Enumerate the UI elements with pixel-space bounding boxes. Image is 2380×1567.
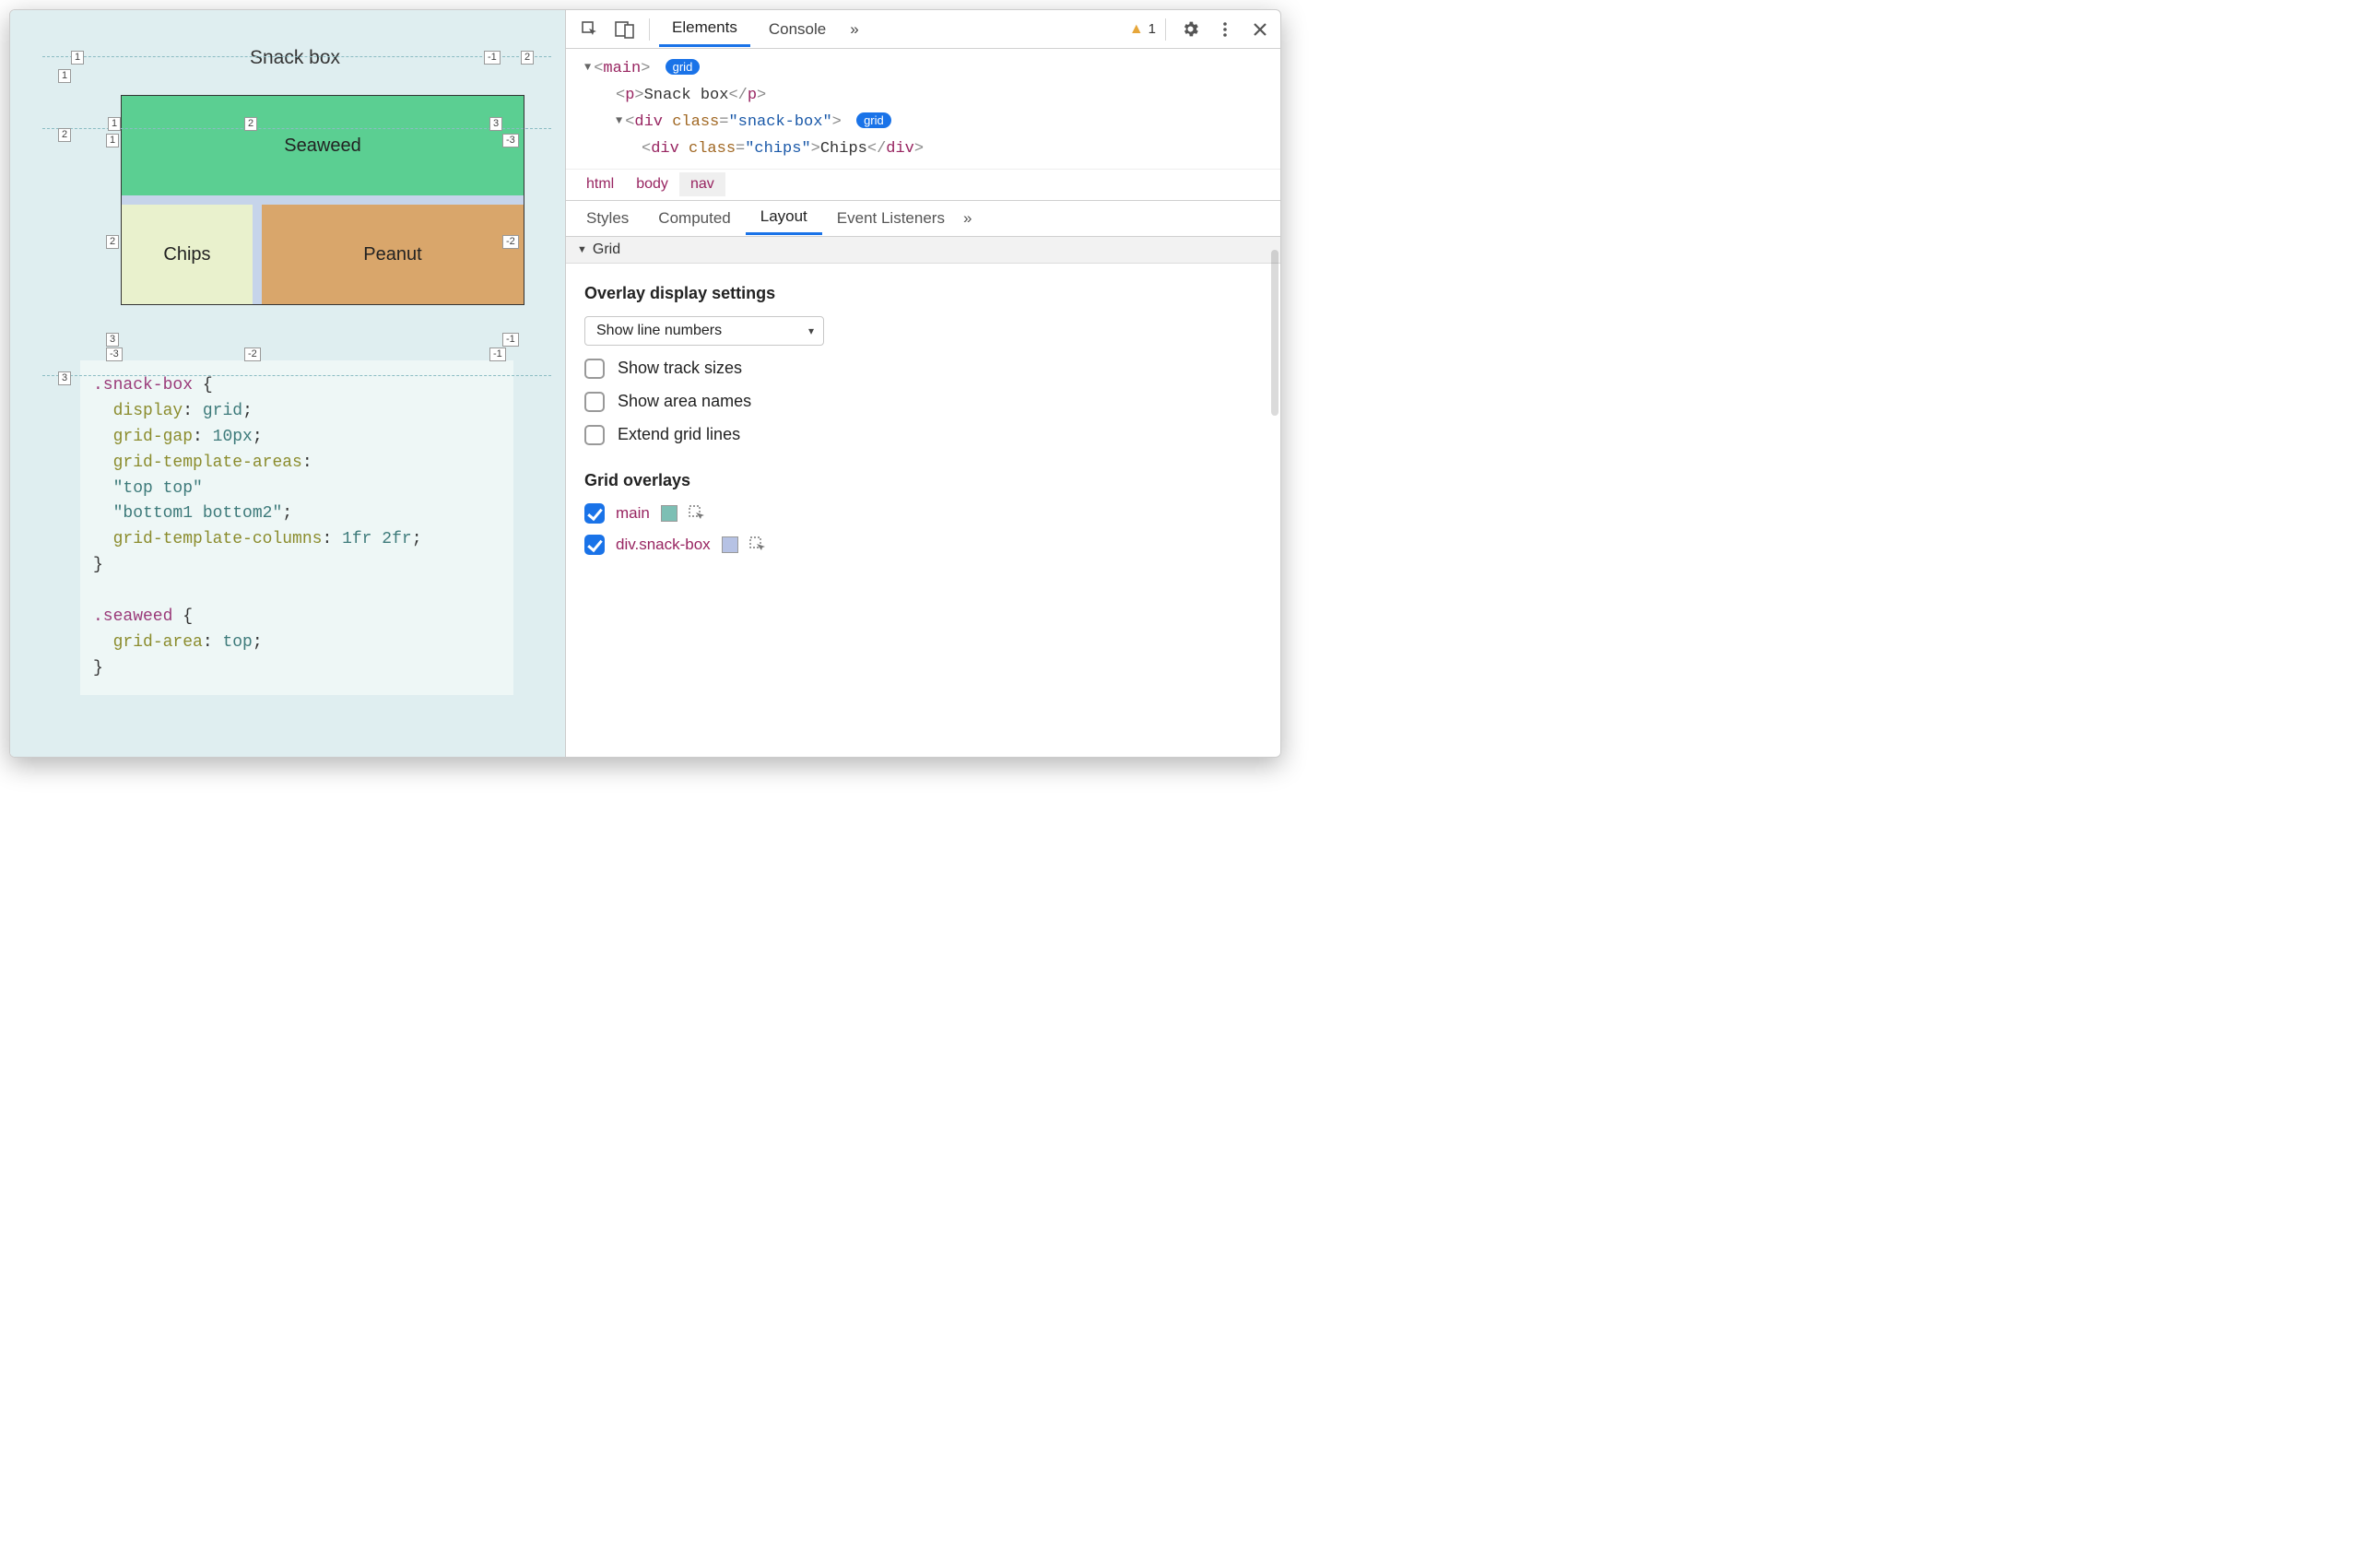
checkbox[interactable] <box>584 503 605 524</box>
sidebar-tabs: Styles Computed Layout Event Listeners » <box>566 200 1280 237</box>
reveal-in-elements-icon[interactable] <box>689 505 707 522</box>
css-code-block: .snack-box { display: grid; grid-gap: 10… <box>80 360 513 695</box>
tab-computed[interactable]: Computed <box>643 203 745 234</box>
warning-count: 1 <box>1149 21 1156 37</box>
checkbox[interactable] <box>584 359 605 379</box>
grid-overlay-row: div.snack-box <box>584 535 1262 555</box>
tab-layout[interactable]: Layout <box>746 201 822 235</box>
chevron-down-icon: ▾ <box>808 324 814 337</box>
setting-checkbox-row[interactable]: Extend grid lines <box>584 425 1262 445</box>
grid-section-header[interactable]: ▼ Grid <box>566 237 1280 264</box>
app-window: 1 -1 2 1 2 3 1 2 3 1 2 3 -3 -2 -1 -3 -2 … <box>9 9 1281 758</box>
grid-cell-chips: Chips <box>122 205 253 304</box>
checkbox[interactable] <box>584 425 605 445</box>
breadcrumb-item[interactable]: body <box>625 172 679 196</box>
grid-line-number: -3 <box>502 134 519 147</box>
page-title: Snack box <box>80 47 510 69</box>
grid-line-number: 3 <box>106 333 119 347</box>
grid-line-number: -3 <box>106 348 123 361</box>
setting-checkbox-row[interactable]: Show area names <box>584 392 1262 412</box>
grid-badge[interactable]: grid <box>666 59 701 75</box>
grid-line-number: -1 <box>484 51 501 65</box>
grid-cell-seaweed: Seaweed <box>122 96 524 195</box>
kebab-menu-icon[interactable] <box>1210 15 1240 44</box>
dropdown-value: Show line numbers <box>596 323 722 339</box>
checkbox[interactable] <box>584 535 605 555</box>
checkbox-label: Show track sizes <box>618 359 742 378</box>
grid-line-number: 2 <box>106 235 119 249</box>
warnings-indicator[interactable]: ▲ 1 <box>1129 21 1156 38</box>
scrollbar-thumb[interactable] <box>1271 250 1278 416</box>
inspect-element-icon[interactable] <box>575 15 605 44</box>
reveal-in-elements-icon[interactable] <box>749 536 768 553</box>
grid-line-number: 1 <box>108 117 121 131</box>
dom-node-p[interactable]: <p>Snack box</p> <box>584 83 1280 110</box>
breadcrumb: html body nav <box>566 169 1280 200</box>
grid-line-number: 2 <box>244 117 257 131</box>
grid-guide-line <box>42 56 551 57</box>
settings-icon[interactable] <box>1175 15 1205 44</box>
breadcrumb-item[interactable]: html <box>575 172 625 196</box>
grid-overlays-heading: Grid overlays <box>584 471 1262 490</box>
grid-line-number: 2 <box>58 128 71 142</box>
devtools-pane: Elements Console » ▲ 1 ▼<main> grid <box>565 10 1280 757</box>
toolbar-separator <box>649 18 650 41</box>
grid-line-number: -2 <box>502 235 519 249</box>
breadcrumb-item[interactable]: nav <box>679 172 725 196</box>
grid-cell-peanut: Peanut <box>262 205 524 304</box>
color-swatch[interactable] <box>661 505 677 522</box>
toolbar-separator <box>1165 18 1166 41</box>
overlay-settings-heading: Overlay display settings <box>584 284 1262 303</box>
line-numbers-dropdown[interactable]: Show line numbers ▾ <box>584 316 824 346</box>
warning-icon: ▲ <box>1129 21 1144 38</box>
grid-line-number: 2 <box>521 51 534 65</box>
setting-checkbox-row[interactable]: Show track sizes <box>584 359 1262 379</box>
checkbox-label: Show area names <box>618 392 751 411</box>
color-swatch[interactable] <box>722 536 738 553</box>
tab-event-listeners[interactable]: Event Listeners <box>822 203 960 234</box>
grid-line-number: 3 <box>58 371 71 385</box>
grid-line-number: -1 <box>502 333 519 347</box>
grid-line-number: 1 <box>106 134 119 147</box>
grid-line-number: -1 <box>489 348 506 361</box>
expand-triangle-icon[interactable]: ▼ <box>584 58 591 77</box>
expand-triangle-icon: ▼ <box>577 244 587 255</box>
tab-console[interactable]: Console <box>756 13 839 46</box>
device-toolbar-icon[interactable] <box>610 15 640 44</box>
overlay-element-name[interactable]: main <box>616 504 650 523</box>
devtools-toolbar: Elements Console » ▲ 1 <box>566 10 1280 49</box>
overlay-element-name[interactable]: div.snack-box <box>616 536 711 554</box>
dom-tree[interactable]: ▼<main> grid <p>Snack box</p> ▼<div clas… <box>566 49 1280 169</box>
grid-badge[interactable]: grid <box>856 112 891 128</box>
dom-node-main[interactable]: ▼<main> grid <box>584 56 1280 83</box>
grid-line-number: 1 <box>71 51 84 65</box>
tab-elements[interactable]: Elements <box>659 11 750 47</box>
tabs-overflow-button[interactable]: » <box>844 13 864 46</box>
tabs-overflow-button[interactable]: » <box>960 203 975 234</box>
close-icon[interactable] <box>1245 15 1275 44</box>
grid-line-number: 3 <box>489 117 502 131</box>
grid-guide-line <box>42 375 551 376</box>
layout-panel: Overlay display settings Show line numbe… <box>566 264 1280 757</box>
grid-overlay-row: main <box>584 503 1262 524</box>
grid-line-number: 1 <box>58 69 71 83</box>
dom-node-chips[interactable]: <div class="chips">Chips</div> <box>584 136 1280 163</box>
checkbox-label: Extend grid lines <box>618 425 740 444</box>
expand-triangle-icon[interactable]: ▼ <box>616 112 622 130</box>
tab-styles[interactable]: Styles <box>571 203 643 234</box>
grid-line-number: -2 <box>244 348 261 361</box>
page-preview-pane: 1 -1 2 1 2 3 1 2 3 1 2 3 -3 -2 -1 -3 -2 … <box>10 10 565 757</box>
checkbox[interactable] <box>584 392 605 412</box>
dom-node-snackbox[interactable]: ▼<div class="snack-box"> grid <box>584 110 1280 136</box>
snack-box-grid: Seaweed Chips Peanut <box>121 95 524 305</box>
grid-section-title: Grid <box>593 242 620 258</box>
